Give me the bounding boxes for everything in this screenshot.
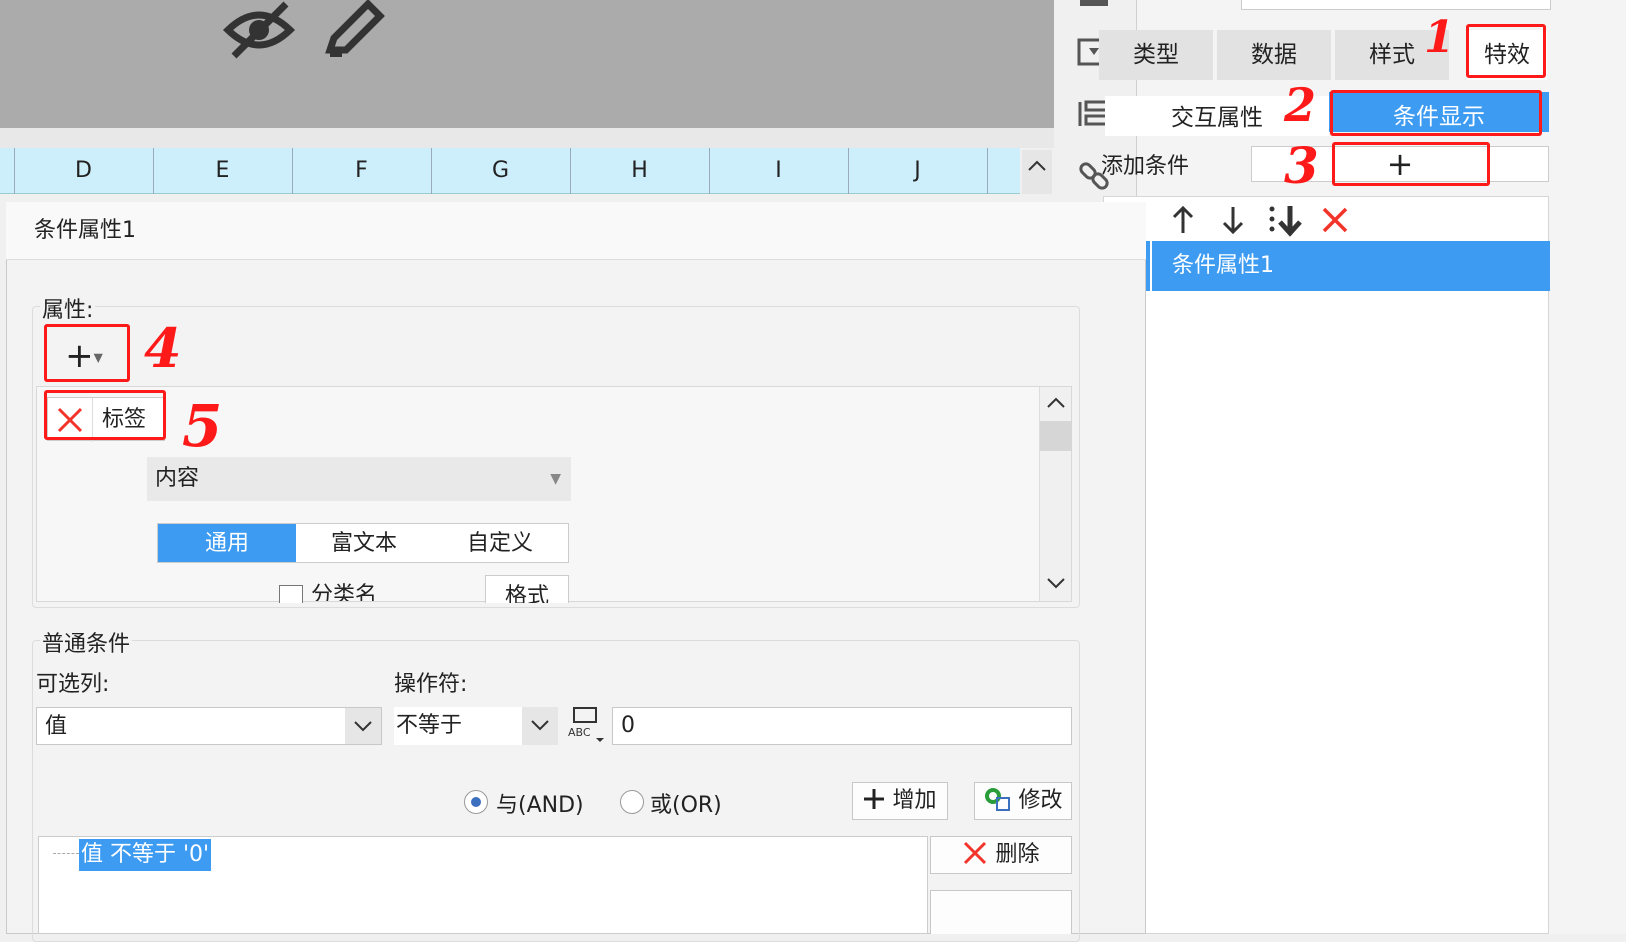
- column-header-stub: [0, 148, 15, 194]
- column-header-bar: D E F G H I J: [0, 148, 1020, 194]
- tree-connector: [53, 853, 79, 854]
- format-button[interactable]: 格式: [485, 575, 569, 603]
- column-select-arrow: [345, 708, 381, 744]
- scroll-up-button[interactable]: [1022, 150, 1052, 194]
- scrollbar-thumb[interactable]: [1040, 421, 1072, 451]
- chevron-up-icon: [1028, 160, 1046, 171]
- edit-pencil-icon[interactable]: [322, 0, 386, 60]
- list-item-label: 条件属性1: [1172, 253, 1274, 278]
- delete-icon[interactable]: [1320, 205, 1350, 235]
- category-name-checkbox[interactable]: [279, 585, 303, 603]
- value-type-abc-icon[interactable]: ABC: [566, 706, 606, 744]
- column-header-d[interactable]: D: [14, 148, 154, 194]
- preview-divider: [0, 128, 1054, 148]
- annotation-box-3: [1332, 142, 1490, 186]
- add-btn-label: 增加: [892, 788, 937, 813]
- top-field-fragment: [1241, 0, 1551, 10]
- operator-select-value: 不等于: [396, 713, 463, 738]
- preview-area: [0, 0, 1054, 128]
- column-header-h[interactable]: H: [570, 148, 710, 194]
- column-header-j[interactable]: J: [848, 148, 988, 194]
- annotation-box-4: [44, 324, 130, 382]
- chevron-up-icon: [1047, 397, 1065, 408]
- annotation-box-1: [1466, 24, 1546, 78]
- column-header-e[interactable]: E: [153, 148, 293, 194]
- condition-tree: 值 不等于 '0': [38, 836, 928, 934]
- condition-expression[interactable]: 值 不等于 '0': [79, 839, 212, 871]
- move-bottom-icon[interactable]: [1266, 203, 1304, 237]
- operator-label: 操作符:: [394, 672, 468, 697]
- dialog-title: 条件属性1: [6, 202, 1146, 260]
- format-tabs: 通用 富文本 自定义: [157, 523, 569, 563]
- column-select[interactable]: 值: [36, 707, 382, 745]
- list-item[interactable]: 条件属性1: [1104, 241, 1550, 291]
- operator-select[interactable]: 不等于: [394, 707, 558, 745]
- value-input[interactable]: 0: [612, 707, 1072, 745]
- delete-btn-label: 删除: [995, 842, 1040, 867]
- modify-gear-icon: [985, 788, 1011, 811]
- hide-eye-icon[interactable]: [222, 0, 296, 60]
- annotation-number-4: 4: [144, 316, 182, 380]
- annotation-box-2: [1330, 90, 1542, 136]
- column-header-f[interactable]: F: [292, 148, 432, 194]
- chevron-down-icon: [1047, 578, 1065, 589]
- radio-and-label: 与(AND): [496, 793, 584, 818]
- tab-data[interactable]: 数据: [1217, 30, 1331, 80]
- delete-condition-button[interactable]: 删除: [930, 836, 1072, 874]
- chevron-down-icon: [354, 721, 372, 732]
- annotation-number-1: 1: [1424, 12, 1455, 63]
- condition-list-panel: 条件属性1: [1103, 196, 1550, 934]
- chevron-down-icon: ▼: [550, 471, 561, 487]
- plus-icon: [864, 789, 885, 809]
- property-label: 属性:: [40, 292, 96, 324]
- move-down-icon[interactable]: [1216, 203, 1250, 237]
- right-panel: 类型 数据 样式 特效 交互属性 条件显示 添加条件 + 条件属性1: [1099, 0, 1626, 934]
- tab-type[interactable]: 类型: [1099, 30, 1213, 80]
- content-select[interactable]: 内容 ▼: [147, 457, 571, 501]
- tab-rich-text[interactable]: 富文本: [296, 524, 432, 562]
- column-label: 可选列:: [36, 672, 110, 697]
- toolbar-top-icon[interactable]: [1076, 0, 1112, 22]
- add-condition-rule-button[interactable]: 增加: [852, 782, 948, 820]
- edit-condition-button-partial[interactable]: [930, 890, 1072, 934]
- content-select-value: 内容: [155, 466, 200, 491]
- normal-condition-label: 普通条件: [40, 626, 133, 658]
- chevron-down-icon: [531, 720, 549, 731]
- annotation-box-5: [44, 390, 166, 440]
- category-name-label: 分类名: [311, 583, 378, 601]
- modify-condition-button[interactable]: 修改: [974, 782, 1072, 820]
- annotation-number-5: 5: [182, 392, 223, 460]
- column-header-g[interactable]: G: [431, 148, 571, 194]
- radio-or-label: 或(OR): [650, 793, 722, 818]
- tab-general[interactable]: 通用: [158, 524, 296, 562]
- column-select-value: 值: [45, 714, 68, 739]
- radio-and[interactable]: [464, 790, 488, 814]
- property-scrollbar[interactable]: [1039, 387, 1072, 601]
- annotation-number-3: 3: [1284, 136, 1319, 195]
- delete-icon: [964, 841, 987, 865]
- add-condition-label: 添加条件: [1101, 154, 1190, 179]
- tab-custom[interactable]: 自定义: [432, 524, 568, 562]
- annotation-number-2: 2: [1284, 78, 1317, 132]
- move-up-icon[interactable]: [1166, 203, 1200, 237]
- svg-text:ABC: ABC: [568, 726, 591, 739]
- column-header-i[interactable]: I: [709, 148, 849, 194]
- radio-or[interactable]: [620, 790, 644, 814]
- operator-select-arrow: [522, 707, 558, 745]
- modify-btn-label: 修改: [1018, 788, 1063, 813]
